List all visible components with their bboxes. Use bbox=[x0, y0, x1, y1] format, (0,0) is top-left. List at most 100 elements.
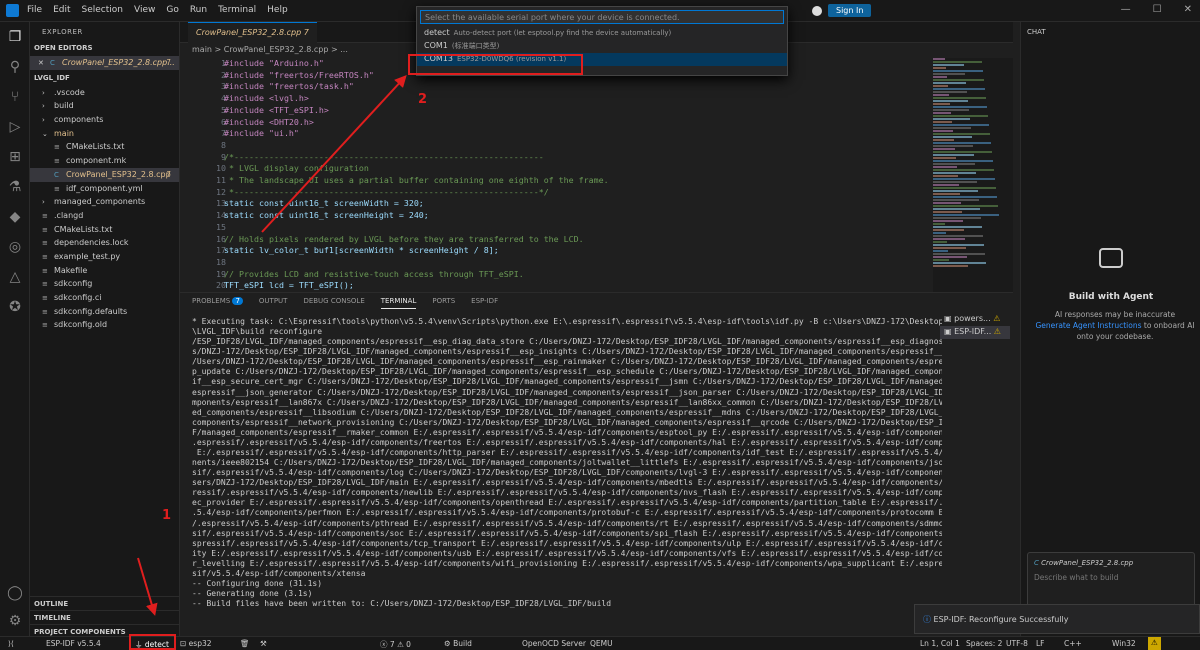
wrench-icon[interactable]: ⚒ bbox=[260, 639, 267, 648]
menu-file[interactable]: File bbox=[27, 5, 42, 15]
remote-indicator-icon[interactable]: ⟩⟨ bbox=[8, 639, 14, 648]
code-line[interactable]: #include "freertos/task.h" bbox=[224, 81, 354, 91]
port-option-com1[interactable]: COM1 (标准端口类型) bbox=[417, 40, 787, 53]
warning-icon[interactable]: ⚠ bbox=[1148, 637, 1161, 650]
menu-selection[interactable]: Selection bbox=[82, 5, 123, 15]
code-line[interactable]: #include <DHT20.h> bbox=[224, 117, 314, 127]
menu-run[interactable]: Run bbox=[190, 5, 207, 15]
encoding[interactable]: UTF-8 bbox=[1006, 639, 1028, 648]
file-tree-item[interactable]: ≡ sdkconfig.ci bbox=[30, 291, 179, 305]
file-tree-item[interactable]: ≡ sdkconfig.old bbox=[30, 318, 179, 332]
file-tree-item[interactable]: ≡ example_test.py bbox=[30, 250, 179, 264]
quick-pick-input[interactable]: Select the available serial port where y… bbox=[420, 10, 784, 24]
code-line[interactable]: static const uint16_t screenHeight = 240… bbox=[224, 210, 429, 220]
python-icon[interactable]: ◆ bbox=[6, 208, 24, 226]
file-tree-item[interactable]: ≡ CMakeLists.txt bbox=[30, 140, 179, 154]
code-line[interactable]: #include "ui.h" bbox=[224, 128, 299, 138]
code-line[interactable]: /*--------------------------------------… bbox=[224, 152, 544, 162]
file-tree-item[interactable]: ≡ dependencies.lock bbox=[30, 236, 179, 250]
file-tree-item[interactable]: › .vscode bbox=[30, 86, 179, 100]
menu-view[interactable]: View bbox=[134, 5, 155, 15]
run-debug-icon[interactable]: ▷ bbox=[6, 118, 24, 136]
file-tree-item[interactable]: ≡ Makefile bbox=[30, 264, 179, 278]
code-line[interactable]: #include "Arduino.h" bbox=[224, 58, 324, 68]
terminal-item-powershell[interactable]: ▣ powers... ⚠ bbox=[940, 313, 1010, 326]
settings-gear-icon[interactable]: ⚙ bbox=[6, 612, 24, 630]
open-editors-header[interactable]: OPEN EDITORS bbox=[30, 42, 179, 56]
port-option-detect[interactable]: detect Auto-detect port (let esptool.py f… bbox=[417, 27, 787, 40]
cmake-icon[interactable]: △ bbox=[6, 268, 24, 286]
file-tree-item[interactable]: ≡ .clangd bbox=[30, 209, 179, 223]
file-tree-item[interactable]: ≡ component.mk bbox=[30, 154, 179, 168]
source-control-icon[interactable]: ⑂ bbox=[6, 88, 24, 106]
code-line[interactable]: TFT_eSPI lcd = TFT_eSPI(); bbox=[224, 280, 354, 290]
search-icon[interactable]: ⚲ bbox=[6, 58, 24, 76]
platform-indicator[interactable]: Win32 bbox=[1112, 639, 1136, 648]
esp-idf-icon[interactable]: ✪ bbox=[6, 298, 24, 316]
trash-icon[interactable]: 🗑 bbox=[240, 639, 250, 648]
code-line[interactable]: * LVGL display configuration bbox=[224, 163, 369, 173]
code-line[interactable]: #include "freertos/FreeRTOS.h" bbox=[224, 70, 374, 80]
code-line[interactable]: // Provides LCD and resistive-touch acce… bbox=[224, 269, 524, 279]
file-tree-item[interactable]: ≡ idf_component.yml bbox=[30, 182, 179, 196]
context-file-chip[interactable]: C CrowPanel_ESP32_2.8.cpp bbox=[1034, 559, 1188, 567]
code-line[interactable]: static const uint16_t screenWidth = 320; bbox=[224, 198, 424, 208]
code-line[interactable]: #include <TFT_eSPI.h> bbox=[224, 105, 329, 115]
code-editor[interactable]: 1 #include "Arduino.h" 2 #include "freertos… bbox=[180, 58, 930, 292]
tab-terminal[interactable]: TERMINAL bbox=[380, 297, 417, 309]
file-tree-item[interactable]: ≡ sdkconfig bbox=[30, 277, 179, 291]
qemu-button[interactable]: QEMU bbox=[590, 639, 613, 648]
esp-idf-version[interactable]: ESP-IDF v5.5.4 bbox=[46, 639, 101, 648]
line-ending[interactable]: LF bbox=[1036, 639, 1045, 648]
menu-terminal[interactable]: Terminal bbox=[218, 5, 256, 15]
sign-in-button[interactable]: Sign In bbox=[828, 4, 872, 17]
file-tree-item[interactable]: › managed_components bbox=[30, 195, 179, 209]
tab-ports[interactable]: PORTS bbox=[432, 297, 455, 309]
file-tree-item[interactable]: › build bbox=[30, 99, 179, 113]
code-line[interactable]: static lv_color_t buf1[screenWidth * scr… bbox=[224, 245, 499, 255]
close-icon[interactable]: ✕ bbox=[1184, 4, 1192, 15]
cursor-position[interactable]: Ln 1, Col 1 bbox=[920, 639, 960, 648]
editor-tab[interactable]: CrowPanel_ESP32_2.8.cpp 7 bbox=[188, 21, 317, 43]
tab-output[interactable]: OUTPUT bbox=[259, 297, 288, 309]
menu-edit[interactable]: Edit bbox=[53, 5, 70, 15]
file-tree-item[interactable]: ⌄ main bbox=[30, 127, 179, 141]
file-tree-item[interactable]: ≡ CMakeLists.txt bbox=[30, 223, 179, 237]
terminal-output[interactable]: * Executing task: C:\Espressif\tools\pyt… bbox=[192, 317, 942, 629]
file-tree-item[interactable]: C CrowPanel_ESP32_2.8.cpp 7 bbox=[30, 167, 179, 182]
timeline-section[interactable]: TIMELINE bbox=[30, 610, 180, 624]
generate-instructions-link[interactable]: Generate Agent Instructions bbox=[1035, 321, 1141, 330]
code-line[interactable]: *---------------------------------------… bbox=[224, 187, 549, 197]
target-chip-button[interactable]: ⊡ esp32 bbox=[180, 639, 212, 648]
close-icon[interactable]: ✕ bbox=[38, 57, 50, 71]
file-tree-item[interactable]: ≡ sdkconfig.defaults bbox=[30, 305, 179, 319]
menu-go[interactable]: Go bbox=[166, 5, 178, 15]
code-line[interactable]: // Holds pixels rendered by LVGL before … bbox=[224, 234, 584, 244]
language-mode[interactable]: C++ bbox=[1064, 639, 1082, 648]
account-icon[interactable] bbox=[812, 5, 822, 16]
open-editor-item[interactable]: ✕ C CrowPanel_ESP32_2.8.cpp... 7 bbox=[30, 56, 179, 70]
build-button[interactable]: ⚙ Build bbox=[444, 639, 472, 648]
menu-help[interactable]: Help bbox=[267, 5, 288, 15]
tab-problems[interactable]: PROBLEMS 7 bbox=[192, 297, 243, 309]
tab-esp-idf[interactable]: ESP-IDF bbox=[471, 297, 498, 309]
extensions-icon[interactable]: ⊞ bbox=[6, 148, 24, 166]
chat-input[interactable]: Describe what to build bbox=[1034, 573, 1188, 582]
code-line[interactable]: #include <lvgl.h> bbox=[224, 93, 309, 103]
tab-debug-console[interactable]: DEBUG CONSOLE bbox=[303, 297, 364, 309]
file-tree-item[interactable]: › components bbox=[30, 113, 179, 127]
outline-section[interactable]: OUTLINE bbox=[30, 596, 180, 610]
indentation[interactable]: Spaces: 2 bbox=[966, 639, 1002, 648]
code-line[interactable]: * The landscape UI uses a partial buffer… bbox=[224, 175, 609, 185]
account-icon[interactable]: ◯ bbox=[6, 584, 24, 602]
minimize-icon[interactable]: — bbox=[1121, 4, 1131, 15]
terminal-item-esp-idf[interactable]: ▣ ESP-IDF... ⚠ bbox=[940, 326, 1010, 339]
remote-icon[interactable]: ◎ bbox=[6, 238, 24, 256]
testing-icon[interactable]: ⚗ bbox=[6, 178, 24, 196]
minimap[interactable] bbox=[933, 58, 1013, 292]
project-folder-header[interactable]: LVGL_IDF bbox=[30, 72, 179, 86]
notification-toast[interactable]: ⓘ ESP-IDF: Reconfigure Successfully bbox=[914, 604, 1200, 634]
openocd-server-button[interactable]: OpenOCD Server bbox=[522, 639, 586, 648]
maximize-icon[interactable]: ☐ bbox=[1153, 4, 1162, 15]
problems-indicator[interactable]: ⓧ 7 ⚠ 0 bbox=[380, 639, 411, 650]
